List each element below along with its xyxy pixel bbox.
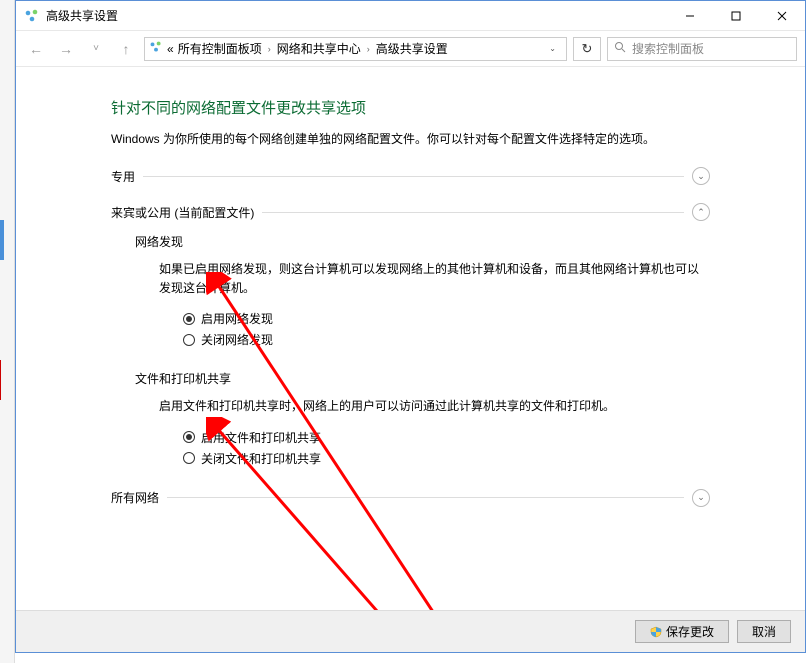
discovery-radio-group: 启用网络发现 关闭网络发现 — [183, 310, 710, 348]
breadcrumb-seg1[interactable]: 所有控制面板项 — [178, 40, 262, 57]
discovery-heading: 网络发现 — [135, 233, 710, 250]
radio-discovery-off[interactable]: 关闭网络发现 — [183, 331, 710, 348]
fileshare-heading: 文件和打印机共享 — [135, 370, 710, 387]
page-title: 针对不同的网络配置文件更改共享选项 — [111, 97, 710, 118]
breadcrumb-seg3[interactable]: 高级共享设置 — [376, 40, 448, 57]
chevron-right-icon: › — [367, 44, 370, 54]
radio-icon — [183, 313, 195, 325]
cancel-button[interactable]: 取消 — [737, 620, 791, 643]
window-title: 高级共享设置 — [46, 7, 667, 24]
section-guest[interactable]: 来宾或公用 (当前配置文件) ⌃ — [111, 201, 710, 223]
radio-label: 关闭网络发现 — [201, 331, 273, 348]
radio-label: 启用网络发现 — [201, 310, 273, 327]
section-all-networks[interactable]: 所有网络 ⌄ — [111, 487, 710, 509]
chevron-down-icon[interactable]: ⌄ — [692, 489, 710, 507]
shield-icon — [650, 626, 662, 638]
app-icon-small — [149, 40, 163, 57]
selection-accent — [0, 220, 4, 260]
radio-label: 关闭文件和打印机共享 — [201, 450, 321, 467]
breadcrumb-seg2[interactable]: 网络和共享中心 — [277, 40, 361, 57]
window-controls — [667, 1, 805, 30]
content-area: 针对不同的网络配置文件更改共享选项 Windows 为你所使用的每个网络创建单独… — [16, 67, 805, 610]
minimize-button[interactable] — [667, 1, 713, 30]
radio-icon — [183, 452, 195, 464]
radio-fileshare-off[interactable]: 关闭文件和打印机共享 — [183, 450, 710, 467]
window: 高级共享设置 ← → ˅ ↑ « 所有控制面板项 › 网络和共享中心 › 高级共… — [15, 0, 806, 653]
search-input[interactable]: 搜索控制面板 — [607, 37, 797, 61]
section-private-label: 专用 — [111, 168, 135, 185]
page-description: Windows 为你所使用的每个网络创建单独的网络配置文件。你可以针对每个配置文… — [111, 130, 710, 147]
search-icon — [614, 41, 626, 56]
titlebar: 高级共享设置 — [16, 1, 805, 31]
divider — [167, 497, 684, 498]
section-guest-label: 来宾或公用 (当前配置文件) — [111, 204, 254, 221]
radio-icon — [183, 431, 195, 443]
divider — [262, 212, 684, 213]
up-button[interactable]: ↑ — [114, 37, 138, 61]
radio-discovery-on[interactable]: 启用网络发现 — [183, 310, 710, 327]
app-icon — [24, 8, 40, 24]
chevron-down-icon[interactable]: ⌄ — [692, 167, 710, 185]
forward-button[interactable]: → — [54, 37, 78, 61]
radio-label: 启用文件和打印机共享 — [201, 429, 321, 446]
refresh-button[interactable]: ↻ — [573, 37, 601, 61]
close-button[interactable] — [759, 1, 805, 30]
maximize-button[interactable] — [713, 1, 759, 30]
radio-fileshare-on[interactable]: 启用文件和打印机共享 — [183, 429, 710, 446]
recent-dropdown[interactable]: ˅ — [84, 37, 108, 61]
breadcrumb[interactable]: « 所有控制面板项 › 网络和共享中心 › 高级共享设置 ⌄ — [144, 37, 567, 61]
divider — [143, 176, 684, 177]
radio-icon — [183, 334, 195, 346]
fileshare-desc: 启用文件和打印机共享时，网络上的用户可以访问通过此计算机共享的文件和打印机。 — [159, 397, 710, 416]
discovery-desc: 如果已启用网络发现，则这台计算机可以发现网络上的其他计算机和设备，而且其他网络计… — [159, 260, 710, 298]
section-all-label: 所有网络 — [111, 489, 159, 506]
breadcrumb-dropdown-icon[interactable]: ⌄ — [549, 44, 562, 53]
cancel-label: 取消 — [752, 623, 776, 640]
chevron-right-icon: › — [268, 44, 271, 54]
section-private[interactable]: 专用 ⌄ — [111, 165, 710, 187]
save-button[interactable]: 保存更改 — [635, 620, 729, 643]
selection-accent-2 — [0, 360, 1, 400]
chevron-up-icon[interactable]: ⌃ — [692, 203, 710, 221]
breadcrumb-root: « — [167, 42, 174, 56]
section-guest-body: 网络发现 如果已启用网络发现，则这台计算机可以发现网络上的其他计算机和设备，而且… — [111, 223, 710, 487]
back-button[interactable]: ← — [24, 37, 48, 61]
footer: 保存更改 取消 — [16, 610, 805, 652]
save-label: 保存更改 — [666, 623, 714, 640]
navigation-bar: ← → ˅ ↑ « 所有控制面板项 › 网络和共享中心 › 高级共享设置 ⌄ ↻… — [16, 31, 805, 67]
fileshare-radio-group: 启用文件和打印机共享 关闭文件和打印机共享 — [183, 429, 710, 467]
search-placeholder: 搜索控制面板 — [632, 40, 704, 57]
background-edge — [0, 0, 15, 663]
